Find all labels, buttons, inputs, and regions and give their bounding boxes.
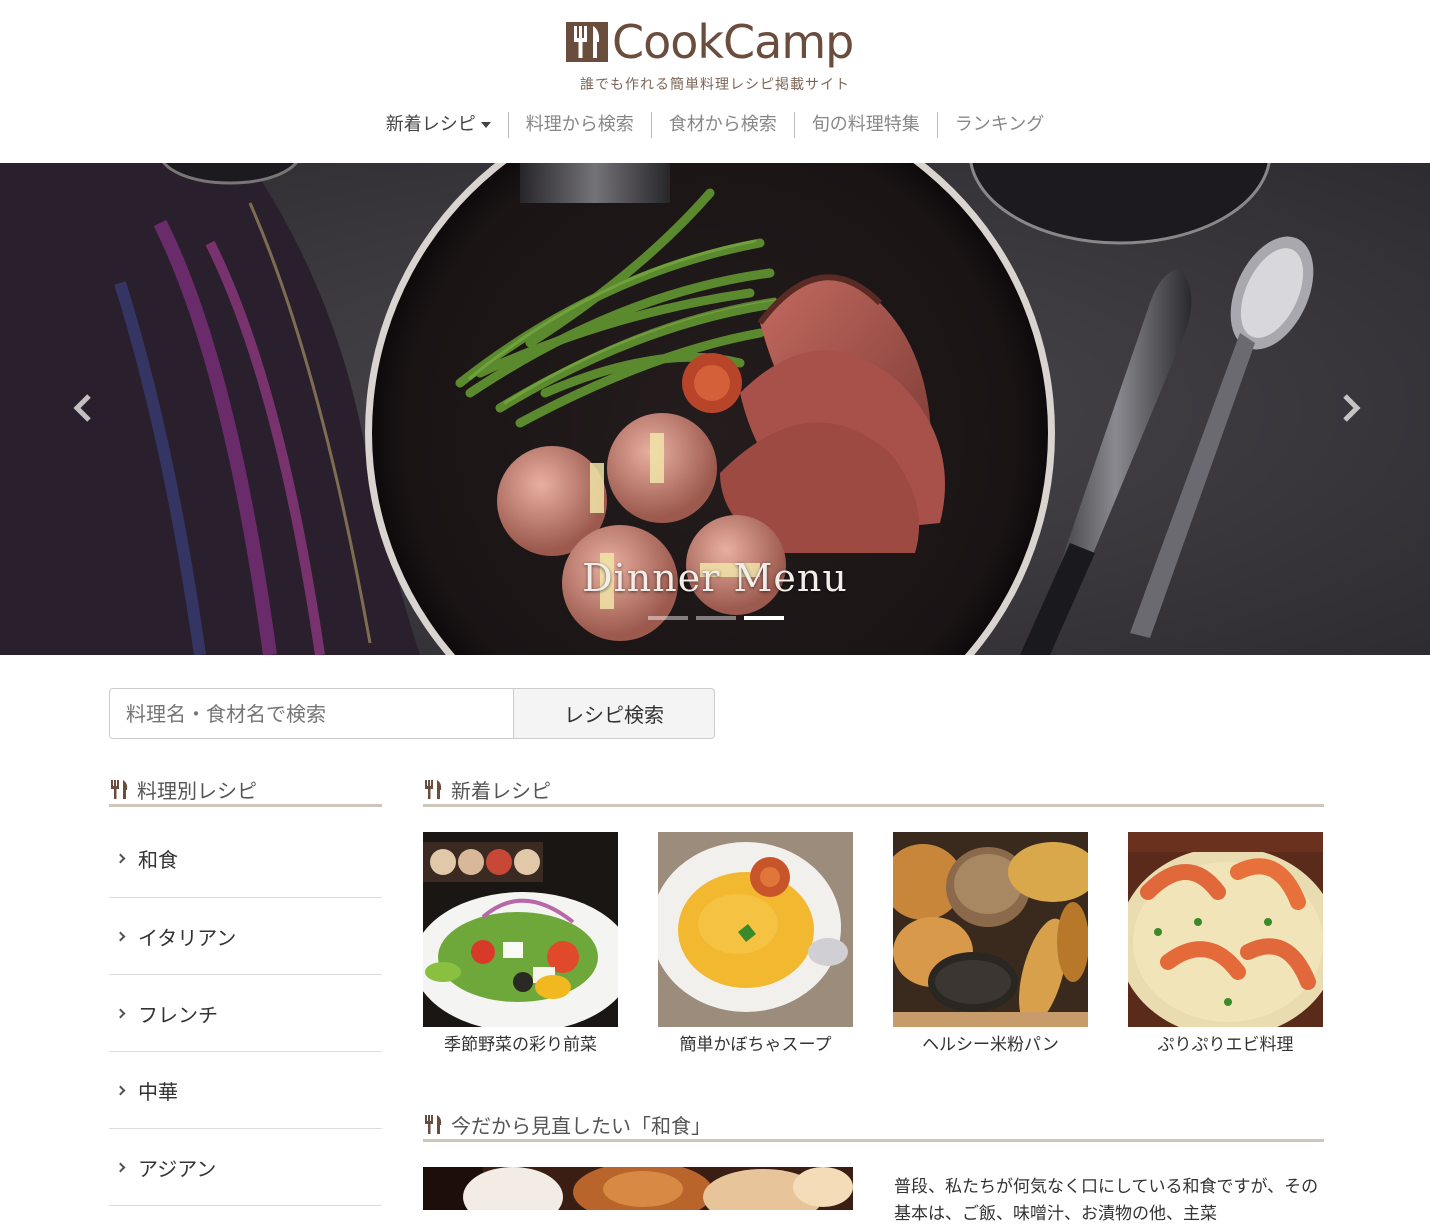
recipe-card[interactable]: 季節野菜の彩り前菜 [423, 832, 618, 1055]
fork-knife-icon [423, 779, 445, 799]
new-recipes-heading: 新着レシピ [423, 774, 1324, 807]
recipe-title[interactable]: 季節野菜の彩り前菜 [423, 1030, 618, 1055]
sidebar-item-asian[interactable]: アジアン [109, 1129, 382, 1206]
search-button[interactable]: レシピ検索 [514, 688, 715, 739]
new-recipes-heading-label: 新着レシピ [451, 778, 551, 803]
recipe-image[interactable] [1128, 832, 1323, 1027]
carousel-next-button[interactable] [1330, 388, 1370, 428]
carousel-indicators [648, 616, 792, 620]
sidebar-item-italian[interactable]: イタリアン [109, 898, 382, 975]
nav-search-by-ingredient[interactable]: 食材から検索 [650, 112, 794, 138]
fork-knife-icon [423, 1114, 445, 1134]
sidebar-item-label: 和食 [138, 848, 178, 872]
sidebar-heading-label: 料理別レシピ [137, 778, 257, 803]
chevron-right-icon [115, 1085, 126, 1095]
recipe-search: レシピ検索 [109, 688, 715, 739]
nav-new-recipes[interactable]: 新着レシピ [369, 112, 508, 138]
recipe-card[interactable]: ぷりぷりエビ料理 [1128, 832, 1323, 1055]
sidebar-item-label: イタリアン [138, 925, 237, 950]
nav-new-recipes-label: 新着レシピ [385, 114, 476, 135]
recipe-image[interactable] [893, 832, 1088, 1027]
recipe-title[interactable]: 簡単かぼちゃスープ [658, 1030, 853, 1055]
caret-down-icon [480, 122, 491, 128]
washoku-description: 普段、私たちが何気なく口にしている和食ですが、その基本は、ご飯、味噌汁、お漬物の… [894, 1177, 1319, 1224]
new-recipes-grid: 季節野菜の彩り前菜 簡単かぼちゃスープ ヘルシー米粉パン ぷりぷりエビ料理 [423, 832, 1323, 1055]
carousel-prev-button[interactable] [64, 388, 104, 428]
sidebar-item-chinese[interactable]: 中華 [109, 1052, 382, 1129]
recipe-card[interactable]: 簡単かぼちゃスープ [658, 832, 853, 1055]
recipe-card[interactable]: ヘルシー米粉パン [893, 832, 1088, 1055]
chevron-right-icon [115, 1008, 126, 1018]
nav-ranking[interactable]: ランキング [936, 112, 1061, 138]
sidebar-item-french[interactable]: フレンチ [109, 975, 382, 1052]
washoku-image [423, 1167, 853, 1210]
sidebar-heading: 料理別レシピ [109, 774, 382, 807]
fork-knife-icon [109, 779, 131, 799]
chevron-right-icon [115, 931, 126, 941]
site-tagline: 誰でも作れる簡単料理レシピ掲載サイト [580, 77, 850, 93]
chevron-right-icon [1343, 394, 1361, 422]
nav-search-by-dish[interactable]: 料理から検索 [507, 112, 651, 138]
washoku-heading-label: 今だから見直したい「和食」 [451, 1113, 711, 1138]
site-header: CookCamp 誰でも作れる簡単料理レシピ掲載サイト 新着レシピ 料理から検索… [0, 0, 1430, 163]
hero-carousel: Dinner Menu [0, 163, 1430, 655]
sidebar-item-label: フレンチ [138, 1002, 218, 1027]
sidebar-item-label: 中華 [138, 1079, 178, 1104]
main-nav: 新着レシピ 料理から検索 食材から検索 旬の料理特集 ランキング [0, 112, 1430, 138]
washoku-heading: 今だから見直したい「和食」 [423, 1109, 1324, 1142]
carousel-indicator-2[interactable] [696, 616, 736, 620]
cuisine-list: 和食 イタリアン フレンチ 中華 アジアン [109, 820, 382, 1206]
sidebar-item-label: アジアン [138, 1156, 217, 1181]
carousel-indicator-3[interactable] [744, 616, 784, 620]
fork-knife-logo-icon [566, 20, 608, 64]
sidebar-item-washoku[interactable]: 和食 [109, 820, 382, 898]
recipe-image[interactable] [423, 832, 618, 1027]
chevron-left-icon [73, 394, 91, 422]
search-input[interactable] [109, 688, 514, 739]
carousel-indicator-1[interactable] [648, 616, 688, 620]
nav-seasonal-feature[interactable]: 旬の料理特集 [793, 112, 937, 138]
recipe-title[interactable]: ヘルシー米粉パン [893, 1030, 1088, 1055]
chevron-right-icon [115, 1162, 126, 1172]
chevron-right-icon [115, 853, 126, 864]
logo-text: CookCamp [612, 15, 854, 69]
recipe-title[interactable]: ぷりぷりエビ料理 [1128, 1030, 1323, 1055]
site-logo[interactable]: CookCamp [566, 12, 854, 72]
hero-caption: Dinner Menu [582, 556, 848, 600]
recipe-image[interactable] [658, 832, 853, 1027]
